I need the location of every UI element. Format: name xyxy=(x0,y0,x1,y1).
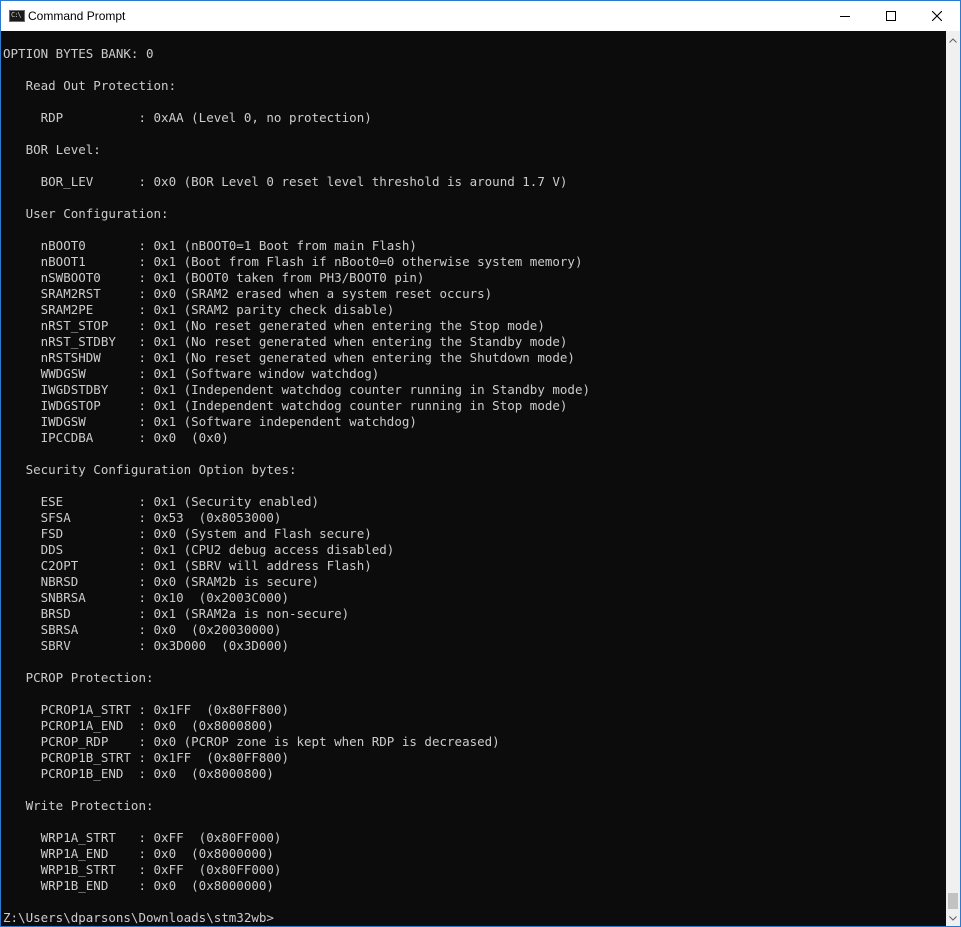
console-line: PCROP1A_STRT : 0x1FF (0x80FF800) xyxy=(3,702,289,717)
scroll-down-arrow-icon xyxy=(949,915,957,921)
maximize-button[interactable] xyxy=(868,1,914,31)
console-line: IWDGSW : 0x1 (Software independent watch… xyxy=(3,414,417,429)
console-line: WRP1B_END : 0x0 (0x8000000) xyxy=(3,878,274,893)
console-line: User Configuration: xyxy=(3,206,169,221)
minimize-icon xyxy=(840,16,850,17)
console-line: DDS : 0x1 (CPU2 debug access disabled) xyxy=(3,542,395,557)
console-line: nSWBOOT0 : 0x1 (BOOT0 taken from PH3/BOO… xyxy=(3,270,425,285)
console-line: IPCCDBA : 0x0 (0x0) xyxy=(3,430,229,445)
console-line: PCROP1B_STRT : 0x1FF (0x80FF800) xyxy=(3,750,289,765)
console-output[interactable]: OPTION BYTES BANK: 0 Read Out Protection… xyxy=(1,31,946,926)
console-line: SBRSA : 0x0 (0x20030000) xyxy=(3,622,282,637)
console-line: SBRV : 0x3D000 (0x3D000) xyxy=(3,638,289,653)
console-line: PCROP1B_END : 0x0 (0x8000800) xyxy=(3,766,274,781)
console-text-area: OPTION BYTES BANK: 0 Read Out Protection… xyxy=(3,46,590,926)
console-line: Security Configuration Option bytes: xyxy=(3,462,297,477)
vertical-scrollbar[interactable] xyxy=(946,31,960,926)
console-line: Read Out Protection: xyxy=(3,78,177,93)
console-line: WRP1A_STRT : 0xFF (0x80FF000) xyxy=(3,830,282,845)
maximize-icon xyxy=(886,11,896,21)
console-line: WRP1B_STRT : 0xFF (0x80FF000) xyxy=(3,862,282,877)
window-title: Command Prompt xyxy=(28,9,126,23)
command-prompt-window: C:\ Command Prompt OPTION BYTES BANK: 0 … xyxy=(0,0,961,927)
console-line: WRP1A_END : 0x0 (0x8000000) xyxy=(3,846,274,861)
console-line: WWDGSW : 0x1 (Software window watchdog) xyxy=(3,366,380,381)
console-line: PCROP1A_END : 0x0 (0x8000800) xyxy=(3,718,274,733)
console-line: Write Protection: xyxy=(3,798,154,813)
cmd-app-icon-glyph: C:\ xyxy=(11,11,22,19)
close-button[interactable] xyxy=(914,1,960,31)
console-line: nRSTSHDW : 0x1 (No reset generated when … xyxy=(3,350,575,365)
console-line: nRST_STOP : 0x1 (No reset generated when… xyxy=(3,318,545,333)
console-line: SNBRSA : 0x10 (0x2003C000) xyxy=(3,590,289,605)
console-line: RDP : 0xAA (Level 0, no protection) xyxy=(3,110,372,125)
scroll-up-button[interactable] xyxy=(946,33,960,47)
title-bar[interactable]: C:\ Command Prompt xyxy=(1,1,960,31)
console-line: SRAM2RST : 0x0 (SRAM2 erased when a syst… xyxy=(3,286,493,301)
scroll-down-button[interactable] xyxy=(946,911,960,925)
close-icon xyxy=(932,11,942,21)
console-line: OPTION BYTES BANK: 0 xyxy=(3,46,154,61)
console-line: IWGDSTDBY : 0x1 (Independent watchdog co… xyxy=(3,382,590,397)
console-line: BOR_LEV : 0x0 (BOR Level 0 reset level t… xyxy=(3,174,568,189)
console-line: FSD : 0x0 (System and Flash secure) xyxy=(3,526,372,541)
console-line: nBOOT1 : 0x1 (Boot from Flash if nBoot0=… xyxy=(3,254,583,269)
cmd-app-icon[interactable]: C:\ xyxy=(9,10,25,22)
console-line: SFSA : 0x53 (0x8053000) xyxy=(3,510,282,525)
console-line: nBOOT0 : 0x1 (nBOOT0=1 Boot from main Fl… xyxy=(3,238,417,253)
command-prompt-line: Z:\Users\dparsons\Downloads\stm32wb> xyxy=(3,910,274,925)
console-line: nRST_STDBY : 0x1 (No reset generated whe… xyxy=(3,334,568,349)
console-line: BOR Level: xyxy=(3,142,101,157)
scroll-up-arrow-icon xyxy=(949,37,957,43)
console-line: C2OPT : 0x1 (SBRV will address Flash) xyxy=(3,558,372,573)
console-line: BRSD : 0x1 (SRAM2a is non-secure) xyxy=(3,606,350,621)
console-line: IWDGSTOP : 0x1 (Independent watchdog cou… xyxy=(3,398,568,413)
console-line: NBRSD : 0x0 (SRAM2b is secure) xyxy=(3,574,320,589)
console-line: PCROP_RDP : 0x0 (PCROP zone is kept when… xyxy=(3,734,500,749)
console-line: SRAM2PE : 0x1 (SRAM2 parity check disabl… xyxy=(3,302,395,317)
console-line: PCROP Protection: xyxy=(3,670,154,685)
minimize-button[interactable] xyxy=(822,1,868,31)
scroll-thumb[interactable] xyxy=(948,893,958,909)
console-line: ESE : 0x1 (Security enabled) xyxy=(3,494,320,509)
